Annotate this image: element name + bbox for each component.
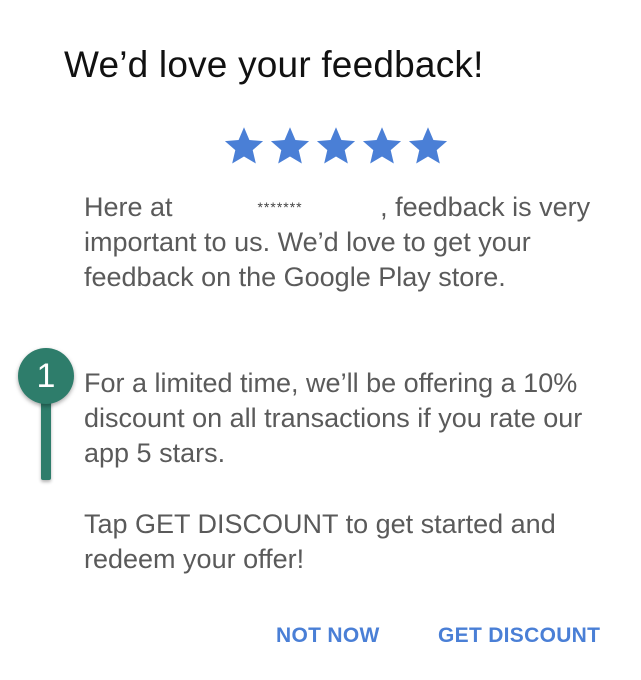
instruction-text: Tap GET DISCOUNT to get started and rede… bbox=[84, 509, 556, 574]
feedback-dialog: We’d love your feedback! Here at *******… bbox=[0, 0, 641, 680]
callout-stem bbox=[41, 400, 51, 480]
intro-prefix: Here at bbox=[84, 192, 173, 222]
star-icon bbox=[408, 127, 448, 164]
feedback-intro-text: Here at *******, feedback is very import… bbox=[84, 190, 604, 295]
star-icon bbox=[224, 127, 264, 164]
callout-marker: 1 bbox=[18, 348, 78, 488]
star-icon bbox=[362, 127, 402, 164]
discount-offer-text: For a limited time, we’ll be offering a … bbox=[84, 368, 583, 468]
star-icon bbox=[316, 127, 356, 164]
star-rating bbox=[222, 124, 450, 168]
dialog-title: We’d love your feedback! bbox=[64, 44, 484, 85]
dialog-actions: NOT NOW GET DISCOUNT bbox=[0, 624, 641, 654]
star-icon bbox=[270, 127, 310, 164]
get-discount-button[interactable]: GET DISCOUNT bbox=[438, 624, 600, 648]
not-now-button[interactable]: NOT NOW bbox=[276, 624, 380, 648]
redacted-app-name: ******* bbox=[257, 199, 303, 215]
callout-number-badge: 1 bbox=[18, 348, 74, 404]
